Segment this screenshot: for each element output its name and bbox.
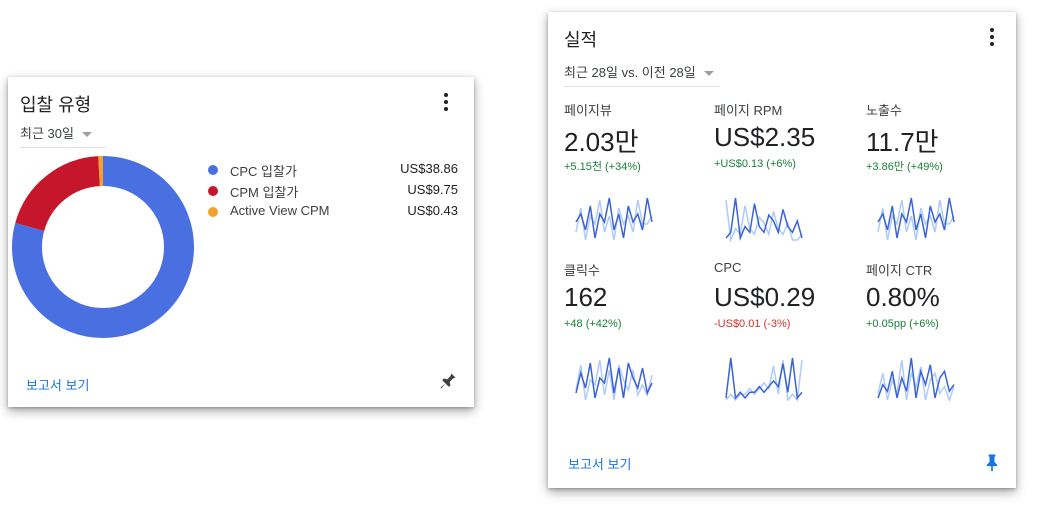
divider [564, 86, 720, 87]
performance-card: 실적 최근 28일 vs. 이전 28일 페이지뷰 2.03만 +5.15천 (+3… [548, 12, 1016, 488]
legend-value: US$38.86 [400, 161, 458, 176]
legend-color-dot [208, 165, 218, 175]
chevron-down-icon [81, 132, 92, 138]
metric-0[interactable]: 페이지뷰 2.03만 +5.15천 (+34%) [564, 100, 704, 260]
metric-name: CPC [714, 260, 742, 275]
pin-icon[interactable] [982, 452, 1002, 472]
metric-change: +3.86만 (+49%) [866, 161, 943, 173]
more-options-icon[interactable] [436, 90, 456, 114]
performance-title: 실적 [564, 30, 598, 50]
metric-value: US$2.35 [714, 122, 816, 152]
legend-item-active-view-cpm: Active View CPM US$0.43 [208, 203, 458, 224]
sparkline-chart [877, 357, 955, 402]
metric-change: +5.15천 (+34%) [564, 161, 641, 173]
metric-name: 클릭수 [564, 263, 600, 278]
metric-4[interactable]: CPC US$0.29 -US$0.01 (-3%) [714, 260, 854, 420]
view-report-link[interactable]: 보고서 보기 [568, 454, 631, 473]
sparkline-chart [575, 357, 653, 401]
date-range-label: 최근 28일 vs. 이전 28일 [564, 65, 696, 80]
metric-name: 노출수 [866, 103, 902, 118]
metric-name: 페이지 RPM [714, 103, 783, 118]
more-options-icon[interactable] [982, 25, 1002, 49]
date-range-label: 최근 30일 [20, 126, 74, 141]
date-range-dropdown[interactable]: 최근 28일 vs. 이전 28일 [564, 62, 714, 81]
view-report-link[interactable]: 보고서 보기 [26, 375, 89, 394]
metric-value: US$0.29 [714, 282, 816, 312]
legend-item-cpc: CPC 입찰가 US$38.86 [208, 161, 458, 182]
metric-change: +US$0.13 (+6%) [714, 158, 796, 170]
sparkline-chart [725, 197, 803, 242]
metric-value: 2.03만 [564, 127, 639, 157]
metric-value: 162 [564, 282, 608, 312]
metric-1[interactable]: 페이지 RPM US$2.35 +US$0.13 (+6%) [714, 100, 854, 260]
pin-icon[interactable] [438, 371, 458, 391]
bid-type-title: 입찰 유형 [20, 95, 92, 115]
metric-change: -US$0.01 (-3%) [714, 318, 791, 330]
metric-2[interactable]: 노출수 11.7만 +3.86만 (+49%) [866, 100, 1006, 260]
metric-name: 페이지뷰 [564, 103, 612, 118]
bid-type-card: 입찰 유형 최근 30일 CPC 입찰가 US$38.86 CPM 입찰가 US… [8, 77, 474, 407]
sparkline-current-period [725, 357, 803, 400]
legend-label: Active View CPM [230, 203, 330, 218]
chevron-down-icon [703, 71, 714, 77]
metric-3[interactable]: 클릭수 162 +48 (+42%) [564, 260, 704, 420]
metric-value: 11.7만 [866, 127, 939, 157]
metric-change: +0.05pp (+6%) [866, 318, 939, 330]
donut-chart [12, 156, 194, 338]
legend-label: CPM 입찰가 [230, 185, 299, 200]
metric-name: 페이지 CTR [866, 263, 933, 278]
legend-value: US$0.43 [407, 203, 458, 218]
legend-label: CPC 입찰가 [230, 164, 297, 179]
legend-item-cpm: CPM 입찰가 US$9.75 [208, 182, 458, 203]
metric-5[interactable]: 페이지 CTR 0.80% +0.05pp (+6%) [866, 260, 1006, 420]
sparkline-chart [575, 197, 653, 241]
sparkline-chart [725, 357, 803, 402]
legend-color-dot [208, 186, 218, 196]
metric-change: +48 (+42%) [564, 318, 622, 330]
sparkline-previous-period [725, 359, 803, 402]
metric-value: 0.80% [866, 282, 940, 312]
bid-type-legend: CPC 입찰가 US$38.86 CPM 입찰가 US$9.75 Active … [208, 161, 458, 224]
sparkline-chart [877, 197, 955, 241]
date-range-dropdown[interactable]: 최근 30일 [20, 123, 92, 142]
legend-value: US$9.75 [407, 182, 458, 197]
legend-color-dot [208, 207, 218, 217]
